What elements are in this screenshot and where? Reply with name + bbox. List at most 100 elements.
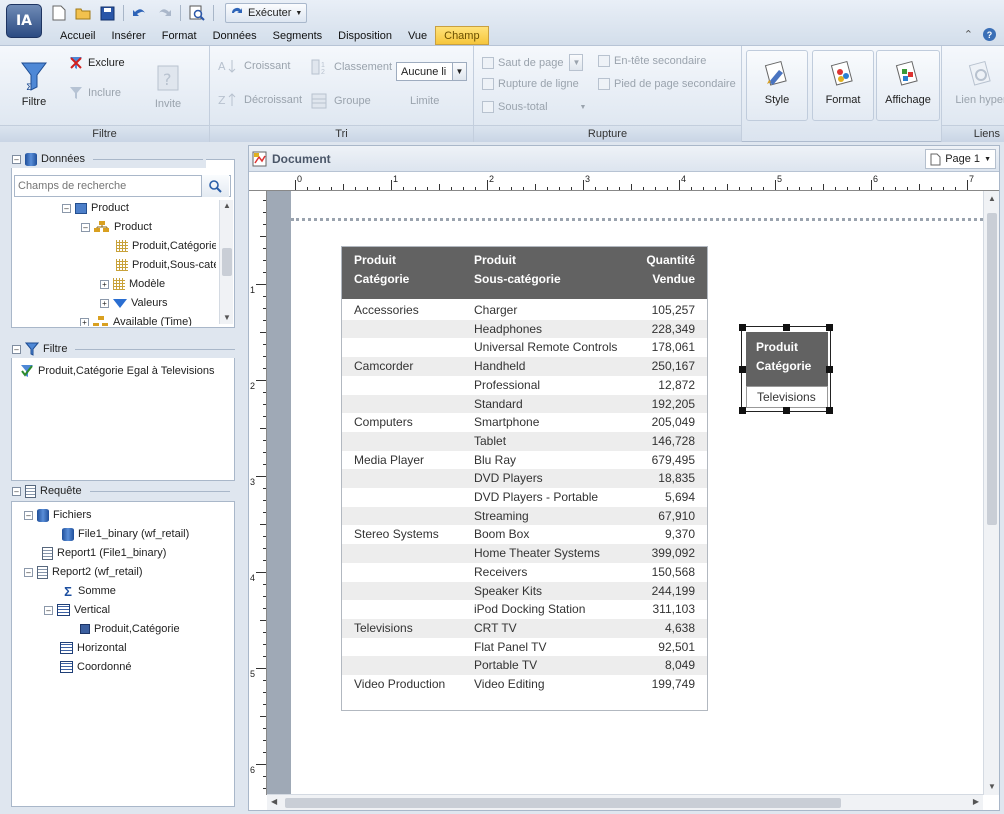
chevron-down-icon[interactable]: ▼ <box>580 104 587 111</box>
run-button[interactable]: Exécuter ▼ <box>225 3 308 23</box>
table-row[interactable]: Camcorder Handheld 250,167 <box>342 357 707 376</box>
menu-segments[interactable]: Segments <box>265 26 331 45</box>
search-field[interactable] <box>14 175 231 197</box>
hyperlink-button[interactable]: Lien hyper <box>946 58 1004 106</box>
collapse-icon[interactable]: – <box>81 222 90 232</box>
report-table[interactable]: Produit Catégorie Produit Sous-catégorie Q… <box>341 246 708 711</box>
sub-header-button[interactable]: En-tête secondaire <box>598 55 706 67</box>
tree-item-horizontal[interactable]: Horizontal <box>60 640 127 656</box>
table-row[interactable]: Accessories Charger 105,257 <box>342 301 707 320</box>
filter-widget-value[interactable]: Televisions <box>746 386 828 408</box>
collapse-ribbon-icon[interactable]: ⌃ <box>964 28 973 41</box>
exclude-button[interactable]: Exclure <box>68 56 125 70</box>
header-quantity[interactable]: Quantité Vendue <box>646 251 695 289</box>
resize-handle[interactable] <box>739 366 746 373</box>
menu-vue[interactable]: Vue <box>400 26 435 45</box>
scroll-thumb[interactable] <box>222 248 232 276</box>
collapse-icon[interactable]: – <box>12 344 21 354</box>
ascending-button[interactable]: A Croissant <box>218 58 290 74</box>
collapse-icon[interactable]: – <box>12 486 21 496</box>
ranking-button[interactable]: 12 Classement <box>310 58 392 76</box>
resize-handle[interactable] <box>826 366 833 373</box>
collapse-icon[interactable]: – <box>24 567 33 577</box>
report-canvas[interactable]: Produit Catégorie Produit Sous-catégorie Q… <box>291 191 983 795</box>
tree-item-product-subcategory[interactable]: Produit,Sous-catégorie <box>116 257 216 273</box>
search-input[interactable] <box>15 180 201 192</box>
filter-button[interactable]: Σ Filtre <box>16 60 52 108</box>
open-folder-icon[interactable] <box>72 3 94 23</box>
prompt-button[interactable]: ? Invite <box>150 62 186 110</box>
table-row[interactable]: Stereo Systems Boom Box 9,370 <box>342 525 707 544</box>
filter-widget[interactable]: Produit Catégorie Televisions <box>739 324 833 414</box>
menu-champ[interactable]: Champ <box>435 26 489 45</box>
tree-item-product-dim[interactable]: – Product <box>62 200 129 216</box>
tree-item-product-category-field[interactable]: Produit,Catégorie <box>80 621 180 637</box>
table-row[interactable]: Receivers 150,568 <box>342 563 707 582</box>
resize-handle[interactable] <box>739 324 746 331</box>
filter-item[interactable]: Produit,Catégorie Egal à Televisions <box>20 363 215 379</box>
scroll-right-icon[interactable]: ▶ <box>973 797 979 806</box>
header-category[interactable]: Produit Catégorie <box>354 251 409 289</box>
table-row[interactable]: Video Production Video Editing 199,749 <box>342 675 707 694</box>
tree-item-available-time[interactable]: + Available (Time) <box>80 314 192 326</box>
table-row[interactable]: Flat Panel TV 92,501 <box>342 638 707 657</box>
save-icon[interactable] <box>96 3 118 23</box>
menu-disposition[interactable]: Disposition <box>330 26 400 45</box>
scroll-left-icon[interactable]: ◀ <box>271 797 277 806</box>
table-row[interactable]: Portable TV 8,049 <box>342 656 707 675</box>
group-button[interactable]: Groupe <box>310 92 371 110</box>
scroll-down-icon[interactable]: ▼ <box>984 781 1000 793</box>
collapse-icon[interactable]: – <box>44 605 53 615</box>
new-icon[interactable] <box>48 3 70 23</box>
tree-item-files[interactable]: – Fichiers <box>24 507 92 523</box>
document-horizontal-scrollbar[interactable]: ◀ ▶ <box>267 794 983 810</box>
tree-item-sum[interactable]: Σ Somme <box>62 583 116 599</box>
scroll-up-icon[interactable]: ▲ <box>220 200 234 212</box>
document-vertical-scrollbar[interactable]: ▲ ▼ <box>983 191 999 795</box>
table-row[interactable]: Home Theater Systems 399,092 <box>342 544 707 563</box>
collapse-icon[interactable]: – <box>62 203 71 213</box>
limit-select[interactable]: Aucune li ▼ <box>396 62 467 81</box>
tree-item-report2[interactable]: – Report2 (wf_retail) <box>24 564 142 580</box>
collapse-icon[interactable]: – <box>24 510 33 520</box>
tree-item-product-hierarchy[interactable]: – Product <box>81 219 152 235</box>
table-row[interactable]: DVD Players 18,835 <box>342 469 707 488</box>
tree-item-file1[interactable]: File1_binary (wf_retail) <box>62 526 189 542</box>
tree-item-vertical[interactable]: – Vertical <box>44 602 110 618</box>
page-break-button[interactable]: Saut de page ▼ <box>482 54 584 71</box>
table-row[interactable]: Televisions CRT TV 4,638 <box>342 618 707 638</box>
table-row[interactable]: DVD Players - Portable 5,694 <box>342 488 707 507</box>
menu-format[interactable]: Format <box>154 26 205 45</box>
chevron-down-icon[interactable]: ▼ <box>569 54 584 71</box>
tree-item-report1[interactable]: Report1 (File1_binary) <box>42 545 166 561</box>
menu-donnees[interactable]: Données <box>205 26 265 45</box>
page-selector[interactable]: Page 1 ▼ <box>925 149 996 169</box>
expand-icon[interactable]: + <box>100 298 109 308</box>
table-row[interactable]: Universal Remote Controls 178,061 <box>342 338 707 357</box>
descending-button[interactable]: Z Décroissant <box>218 92 302 108</box>
table-row[interactable]: Tablet 146,728 <box>342 431 707 451</box>
scroll-thumb[interactable] <box>285 798 841 808</box>
redo-icon[interactable] <box>153 3 175 23</box>
undo-icon[interactable] <box>129 3 151 23</box>
expand-icon[interactable]: + <box>100 279 109 289</box>
header-subcategory[interactable]: Produit Sous-catégorie <box>474 251 561 289</box>
app-logo[interactable]: IA <box>6 4 42 38</box>
tree-item-product-category[interactable]: Produit,Catégorie <box>116 238 216 254</box>
search-button[interactable] <box>201 175 229 197</box>
tree-item-coordinated[interactable]: Coordonné <box>60 659 131 675</box>
scroll-down-icon[interactable]: ▼ <box>220 312 234 324</box>
table-row[interactable]: Professional 12,872 <box>342 376 707 395</box>
menu-accueil[interactable]: Accueil <box>52 26 103 45</box>
table-row[interactable]: Standard 192,205 <box>342 394 707 414</box>
tree-item-model[interactable]: + Modèle <box>100 276 165 292</box>
collapse-icon[interactable]: – <box>12 154 21 164</box>
help-icon[interactable]: ? <box>983 28 996 41</box>
resize-handle[interactable] <box>783 324 790 331</box>
table-row[interactable]: iPod Docking Station 311,103 <box>342 600 707 619</box>
scroll-thumb[interactable] <box>987 213 997 525</box>
menu-inserer[interactable]: Insérer <box>103 26 153 45</box>
resize-handle[interactable] <box>826 324 833 331</box>
resize-handle[interactable] <box>739 407 746 414</box>
include-button[interactable]: Inclure <box>68 86 121 100</box>
